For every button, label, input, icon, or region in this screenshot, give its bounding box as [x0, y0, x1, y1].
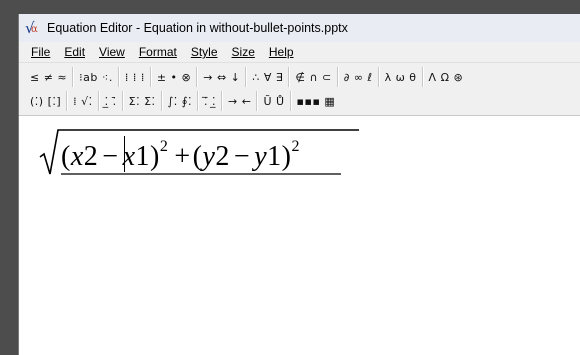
toolbar-separator	[160, 91, 163, 111]
equation-editor-app-icon: √ α	[25, 19, 38, 37]
equation-expression: (x2− x1)2 +(y2− y1)2	[61, 138, 300, 172]
matrix-templates-palette[interactable]: ▪▪▪ ▦	[293, 91, 340, 111]
fraction-radical-templates-palette[interactable]: ⁞ √⁚	[69, 91, 97, 111]
toolbar-separator	[377, 67, 380, 87]
arrow-symbols-palette[interactable]: → ⇔ ↓	[199, 67, 244, 87]
symbol-toolbar: ≤ ≠ ≈ ⁝ab ⁖. ⁞ ⁞ ⁞ ± • ⊗ → ⇔ ↓ ∴ ∀ ∃ ∉ ∩…	[19, 63, 580, 115]
relational-symbols-palette[interactable]: ≤ ≠ ≈	[26, 67, 71, 87]
integral-templates-palette[interactable]: ∫⁚ ∮⁚	[164, 91, 196, 111]
toolbar-separator	[117, 67, 120, 87]
subscript-superscript-templates-palette[interactable]: ⁚̲ ⁚̄	[101, 91, 121, 111]
text-caret	[124, 136, 125, 172]
equation-editor-window: √ α Equation Editor - Equation in without…	[18, 14, 580, 355]
spaces-ellipses-palette[interactable]: ⁝ab ⁖.	[75, 67, 117, 87]
menu-view[interactable]: View	[92, 45, 132, 59]
equation[interactable]: (x2− x1)2 +(y2− y1)2	[39, 126, 359, 178]
toolbar-separator	[121, 91, 124, 111]
toolbar-separator	[72, 67, 75, 87]
toolbar-separator	[97, 91, 100, 111]
embellishments-palette[interactable]: ⁞ ⁞ ⁞	[121, 67, 149, 87]
menu-size[interactable]: Size	[225, 45, 262, 59]
toolbar-separator	[149, 67, 152, 87]
products-set-theory-templates-palette[interactable]: Ũ Ů	[259, 91, 288, 111]
toolbar-separator	[197, 91, 199, 111]
window-title: Equation Editor - Equation in without-bu…	[47, 21, 348, 35]
set-theory-symbols-palette[interactable]: ∉ ∩ ⊂	[291, 67, 335, 87]
template-palette-row: (⁚) [⁚] ⁞ √⁚ ⁚̲ ⁚̄ Σ⁚ Σ⁚ ∫⁚ ∮⁚ ⁚̅ ⁚̲ → ←…	[26, 90, 339, 112]
equation-editing-area[interactable]: (x2− x1)2 +(y2− y1)2	[19, 116, 580, 355]
logical-symbols-palette[interactable]: ∴ ∀ ∃	[248, 67, 287, 87]
menu-style[interactable]: Style	[184, 45, 225, 59]
menu-help[interactable]: Help	[262, 45, 301, 59]
misc-symbols-palette[interactable]: ∂ ∞ ℓ	[340, 67, 377, 87]
menu-edit[interactable]: Edit	[57, 45, 92, 59]
toolbar-separator	[256, 91, 259, 111]
summation-templates-palette[interactable]: Σ⁚ Σ⁚	[125, 91, 160, 111]
title-bar[interactable]: √ α Equation Editor - Equation in without…	[19, 14, 580, 42]
toolbar-separator	[336, 67, 339, 87]
toolbar-separator	[66, 91, 69, 111]
underbar-overbar-templates-palette[interactable]: ⁚̅ ⁚̲	[200, 91, 220, 111]
fence-templates-palette[interactable]: (⁚) [⁚]	[26, 91, 65, 111]
toolbar-separator	[289, 91, 292, 111]
toolbar-separator	[196, 67, 199, 87]
toolbar-separator	[221, 91, 223, 111]
greek-lowercase-palette[interactable]: λ ω θ	[381, 67, 421, 87]
menu-format[interactable]: Format	[132, 45, 184, 59]
toolbar-separator	[245, 67, 248, 87]
operator-symbols-palette[interactable]: ± • ⊗	[153, 67, 195, 87]
toolbar-separator	[288, 67, 291, 87]
greek-uppercase-palette[interactable]: Λ Ω ⊛	[425, 67, 468, 87]
menu-bar: File Edit View Format Style Size Help	[19, 42, 580, 63]
symbol-palette-row: ≤ ≠ ≈ ⁝ab ⁖. ⁞ ⁞ ⁞ ± • ⊗ → ⇔ ↓ ∴ ∀ ∃ ∉ ∩…	[26, 66, 467, 88]
menu-file[interactable]: File	[19, 45, 57, 59]
labeled-arrow-templates-palette[interactable]: → ←	[224, 91, 255, 111]
toolbar-separator	[421, 67, 424, 87]
